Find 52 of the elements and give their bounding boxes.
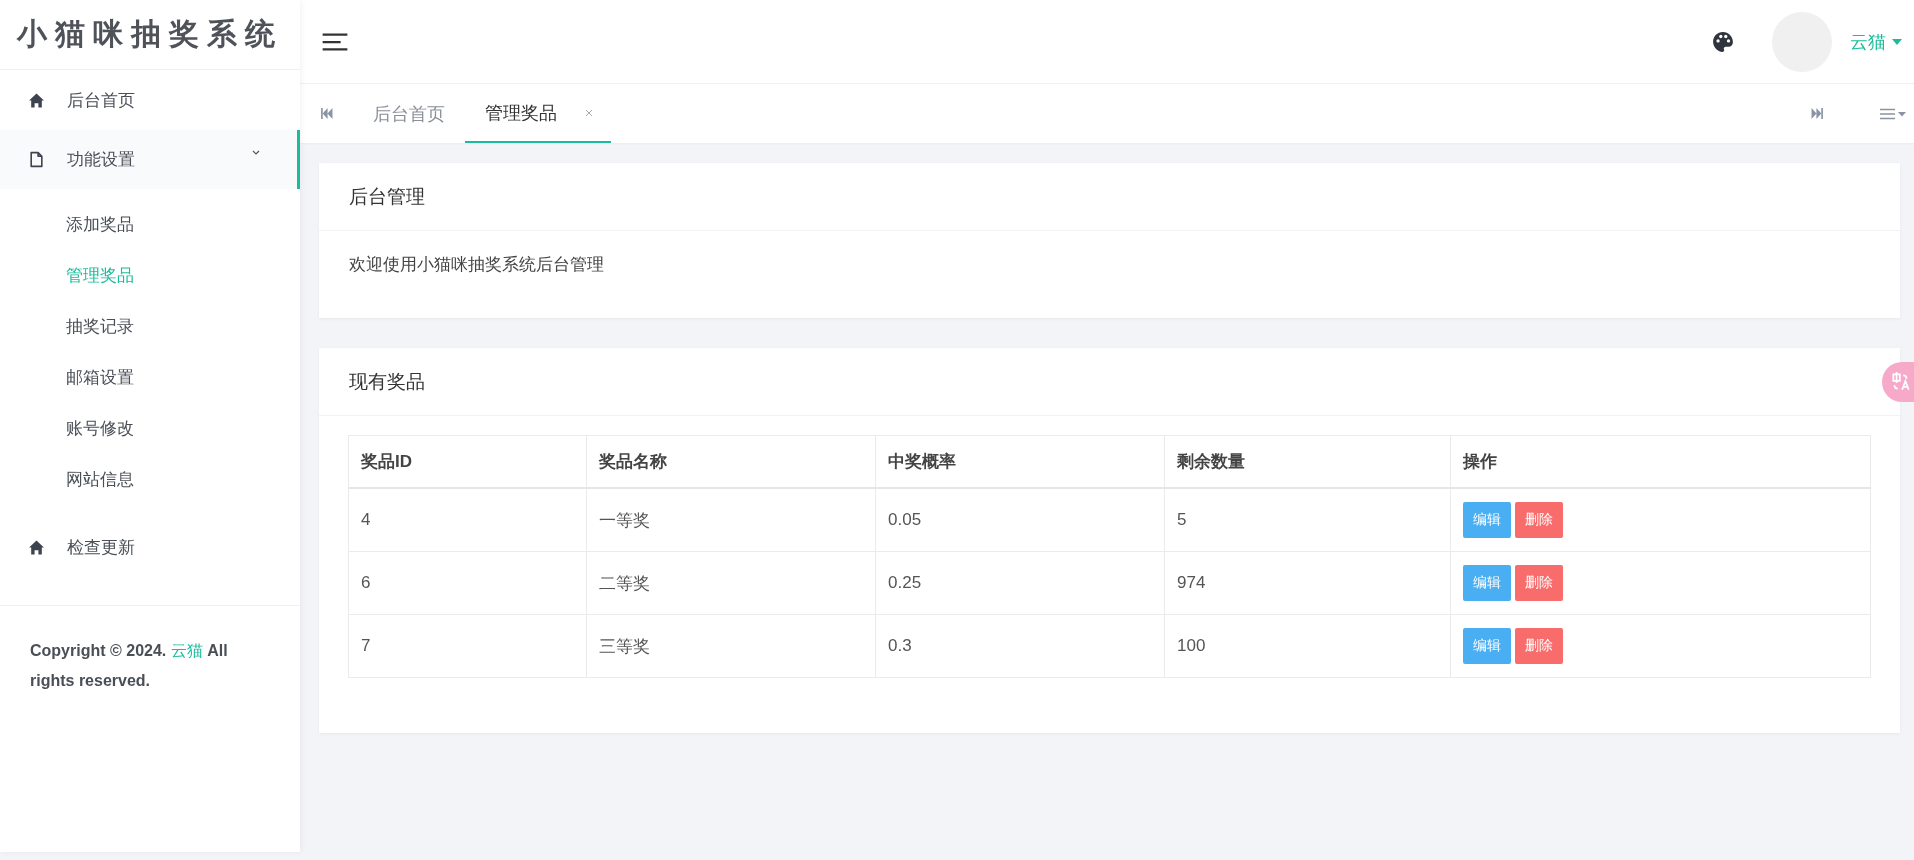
page-tab[interactable]: 后台首页 <box>353 84 465 143</box>
column-header: 剩余数量 <box>1164 435 1451 488</box>
table-cell: 0.05 <box>875 488 1165 552</box>
column-header: 中奖概率 <box>875 435 1165 488</box>
sidebar-menu-item[interactable]: 功能设置 <box>0 130 300 189</box>
table-cell: 三等奖 <box>586 614 876 678</box>
edit-button[interactable]: 编辑 <box>1463 502 1511 538</box>
table-cell: 0.25 <box>875 551 1165 615</box>
sidebar-submenu-item[interactable]: 抽奖记录 <box>0 301 300 352</box>
table-cell: 0.3 <box>875 614 1165 678</box>
card-title: 后台管理 <box>349 184 425 209</box>
table-cell: 4 <box>348 488 587 552</box>
author-link[interactable]: 云猫 <box>170 642 203 659</box>
menu-icon[interactable] <box>322 32 348 51</box>
home-icon <box>28 91 45 109</box>
column-header: 操作 <box>1450 435 1871 488</box>
edit-button[interactable]: 编辑 <box>1463 565 1511 601</box>
table-cell: 974 <box>1164 551 1451 615</box>
skip-forward-icon[interactable] <box>1811 108 1824 119</box>
sidebar-submenu-item[interactable]: 管理奖品 <box>0 250 300 301</box>
welcome-text: 欢迎使用小猫咪抽奖系统后台管理 <box>349 255 604 274</box>
document-icon <box>28 151 45 168</box>
page-tab[interactable]: 管理奖品 <box>465 84 611 143</box>
table-cell: 一等奖 <box>586 488 876 552</box>
table-cell: 5 <box>1164 488 1451 552</box>
chevron-icon <box>251 149 261 156</box>
sidebar-submenu-item[interactable]: 账号修改 <box>0 403 300 454</box>
delete-button[interactable]: 删除 <box>1515 502 1563 538</box>
tab-options-icon[interactable] <box>1880 107 1906 120</box>
card-title: 现有奖品 <box>349 369 425 394</box>
close-icon[interactable] <box>585 108 593 117</box>
table-cell: 7 <box>348 614 587 678</box>
sidebar-submenu-item[interactable]: 网站信息 <box>0 454 300 505</box>
skip-back-icon[interactable] <box>320 108 333 119</box>
table-cell: 6 <box>348 551 587 615</box>
home-icon <box>28 538 45 556</box>
table-cell: 二等奖 <box>586 551 876 615</box>
sidebar-menu-item[interactable]: 检查更新 <box>0 517 300 577</box>
delete-button[interactable]: 删除 <box>1515 628 1563 664</box>
sidebar-submenu-item[interactable]: 添加奖品 <box>0 199 300 250</box>
user-menu[interactable]: 云猫 <box>1850 29 1902 54</box>
column-header: 奖品ID <box>348 435 587 488</box>
caret-icon <box>1892 38 1902 45</box>
sidebar-menu-item[interactable]: 后台首页 <box>0 70 300 130</box>
delete-button[interactable]: 删除 <box>1515 565 1563 601</box>
copyright-text: Copyright © 2024. 云猫 All rights reserved. <box>30 641 229 691</box>
edit-button[interactable]: 编辑 <box>1463 628 1511 664</box>
table-cell: 100 <box>1164 614 1451 678</box>
app-logo-text: 小猫咪抽奖系统 <box>17 15 283 53</box>
palette-icon[interactable] <box>1712 30 1734 53</box>
sidebar-submenu-item[interactable]: 邮箱设置 <box>0 352 300 403</box>
column-header: 奖品名称 <box>586 435 876 488</box>
